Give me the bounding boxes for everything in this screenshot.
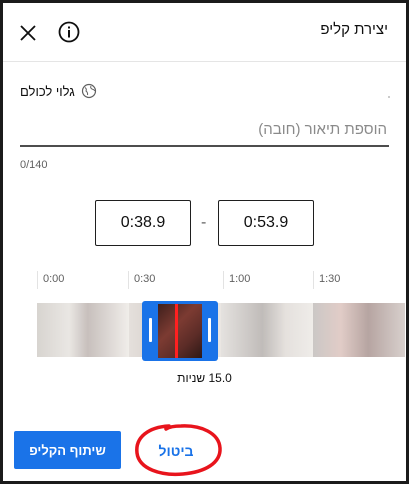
- clip-duration: 15.0 שניות: [177, 371, 232, 385]
- cancel-button[interactable]: ביטול: [153, 439, 199, 463]
- timeline-tick: 1:00: [223, 271, 250, 289]
- close-icon[interactable]: [16, 21, 40, 45]
- start-handle[interactable]: [149, 318, 152, 342]
- timeline-tick: 0:30: [128, 271, 155, 289]
- description-input[interactable]: [20, 113, 389, 147]
- video-thumbnail: [313, 303, 405, 357]
- decorative-dot: [388, 96, 390, 98]
- dialog-header: יצירת קליפ: [3, 3, 406, 61]
- visibility-selector[interactable]: גלוי לכולם: [20, 81, 97, 101]
- timeline-ruler: 0:00 0:30 1:00 1:30: [3, 271, 406, 291]
- end-time-field[interactable]: 0:53.9: [218, 200, 314, 246]
- globe-icon: [81, 83, 96, 99]
- playhead[interactable]: [175, 304, 178, 358]
- share-clip-button[interactable]: שיתוף הקליפ: [14, 431, 121, 469]
- character-counter: 0/140: [20, 159, 48, 171]
- dialog-title: יצירת קליפ: [320, 21, 388, 38]
- clip-range-selector[interactable]: [142, 301, 218, 361]
- visibility-label: גלוי לכולם: [20, 83, 75, 99]
- end-handle[interactable]: [208, 318, 211, 342]
- info-icon[interactable]: [57, 20, 81, 44]
- create-clip-dialog: יצירת קליפ גלוי לכולם 0/140 0:38.9 - 0:5…: [3, 3, 406, 481]
- selected-frame: [158, 304, 202, 358]
- video-thumbnail: [37, 303, 129, 357]
- start-time-field[interactable]: 0:38.9: [95, 200, 191, 246]
- header-divider: [3, 61, 406, 62]
- time-separator: -: [201, 214, 207, 231]
- timeline-thumbnails[interactable]: [37, 303, 406, 357]
- timeline-tick: 0:00: [37, 271, 64, 289]
- timeline-tick: 1:30: [313, 271, 340, 289]
- video-thumbnail: [221, 303, 313, 357]
